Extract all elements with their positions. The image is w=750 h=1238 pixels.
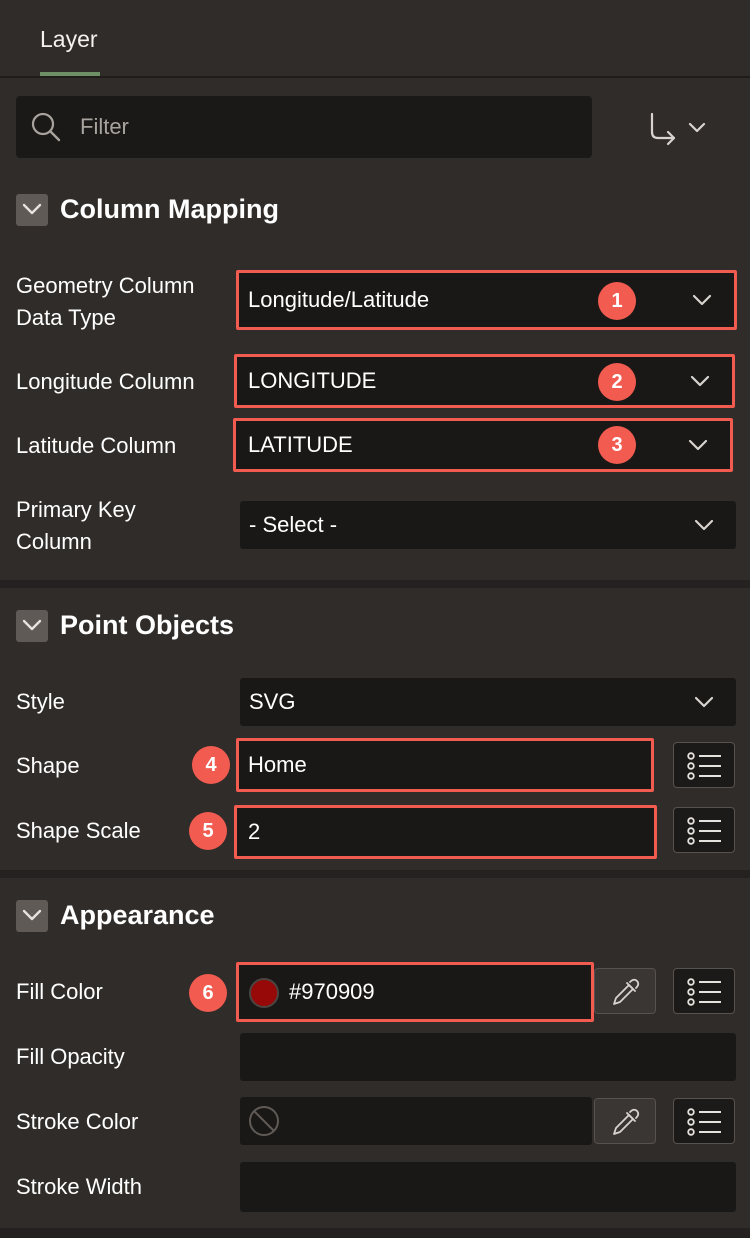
section-title-appearance: Appearance [60, 900, 215, 930]
style-label: Style [16, 689, 65, 714]
fill-color-swatch [249, 978, 279, 1008]
stroke-color-picker-button[interactable] [594, 1098, 656, 1144]
callout-badge-6: 6 [189, 974, 227, 1012]
latitude-column-label: Latitude Column [16, 433, 177, 458]
filter-box[interactable] [16, 96, 592, 158]
list-icon [687, 817, 721, 845]
go-to-group-button[interactable] [640, 108, 720, 148]
geometry-column-label: Geometry Column Data Type [16, 273, 195, 330]
fill-color-list-of-values-button[interactable] [673, 968, 735, 1014]
geometry-column-select[interactable]: Longitude/Latitude [236, 270, 737, 330]
chevron-down-icon [692, 294, 712, 306]
section-title-column-mapping: Column Mapping [60, 194, 279, 224]
collapse-column-mapping-toggle[interactable] [16, 194, 48, 226]
active-tab-indicator [40, 72, 100, 76]
primary-key-column-value: - Select - [249, 512, 338, 537]
tab-bar [0, 0, 750, 78]
stroke-color-list-of-values-button[interactable] [673, 1098, 735, 1144]
shape-scale-input[interactable]: 2 [234, 805, 657, 859]
chevron-down-icon [22, 203, 42, 215]
style-select[interactable]: SVG [240, 678, 736, 726]
callout-badge-3: 3 [598, 426, 636, 464]
latitude-column-value: LATITUDE [248, 432, 353, 457]
fill-opacity-label: Fill Opacity [16, 1044, 125, 1069]
stroke-width-input[interactable] [240, 1162, 736, 1212]
fill-color-value: #970909 [289, 979, 375, 1004]
tab-layer[interactable]: Layer [40, 26, 98, 53]
callout-badge-5: 5 [189, 812, 227, 850]
shape-input[interactable]: Home [236, 738, 654, 792]
no-color-icon [249, 1106, 279, 1136]
callout-badge-2: 2 [598, 363, 636, 401]
fill-color-picker-button[interactable] [594, 968, 656, 1014]
section-title-point-objects: Point Objects [60, 610, 235, 640]
longitude-column-value: LONGITUDE [248, 368, 377, 393]
filter-input[interactable] [80, 96, 580, 158]
list-icon [687, 978, 721, 1006]
latitude-column-select[interactable]: LATITUDE [233, 418, 733, 472]
longitude-column-select[interactable]: LONGITUDE [234, 354, 735, 408]
primary-key-column-label: Primary Key Column [16, 497, 136, 554]
search-icon [31, 112, 61, 142]
section-divider [0, 580, 750, 588]
collapse-point-objects-toggle[interactable] [16, 610, 48, 642]
chevron-down-icon [22, 909, 42, 921]
primary-key-column-select[interactable]: - Select - [240, 501, 736, 549]
fill-color-input[interactable]: #970909 [236, 962, 594, 1022]
geometry-column-value: Longitude/Latitude [248, 287, 430, 312]
shape-value: Home [248, 752, 307, 777]
longitude-column-label: Longitude Column [16, 369, 195, 394]
style-value: SVG [249, 689, 296, 714]
eyedropper-icon [613, 1108, 640, 1135]
section-divider [0, 870, 750, 878]
chevron-down-icon [688, 439, 708, 451]
chevron-down-icon [694, 519, 714, 531]
section-divider [0, 1228, 750, 1238]
callout-badge-1: 1 [598, 282, 636, 320]
callout-badge-4: 4 [192, 746, 230, 784]
chevron-down-icon [690, 375, 710, 387]
list-icon [687, 1108, 721, 1136]
list-icon [687, 752, 721, 780]
shape-scale-value: 2 [248, 819, 261, 844]
stroke-color-input[interactable] [240, 1097, 592, 1145]
chevron-down-icon [694, 696, 714, 708]
stroke-width-label: Stroke Width [16, 1174, 142, 1199]
eyedropper-icon [613, 978, 640, 1005]
shape-list-of-values-button[interactable] [673, 742, 735, 788]
collapse-appearance-toggle[interactable] [16, 900, 48, 932]
chevron-down-icon [22, 619, 42, 631]
stroke-color-label: Stroke Color [16, 1109, 139, 1134]
shape-scale-list-of-values-button[interactable] [673, 807, 735, 853]
fill-opacity-input[interactable] [240, 1033, 736, 1081]
